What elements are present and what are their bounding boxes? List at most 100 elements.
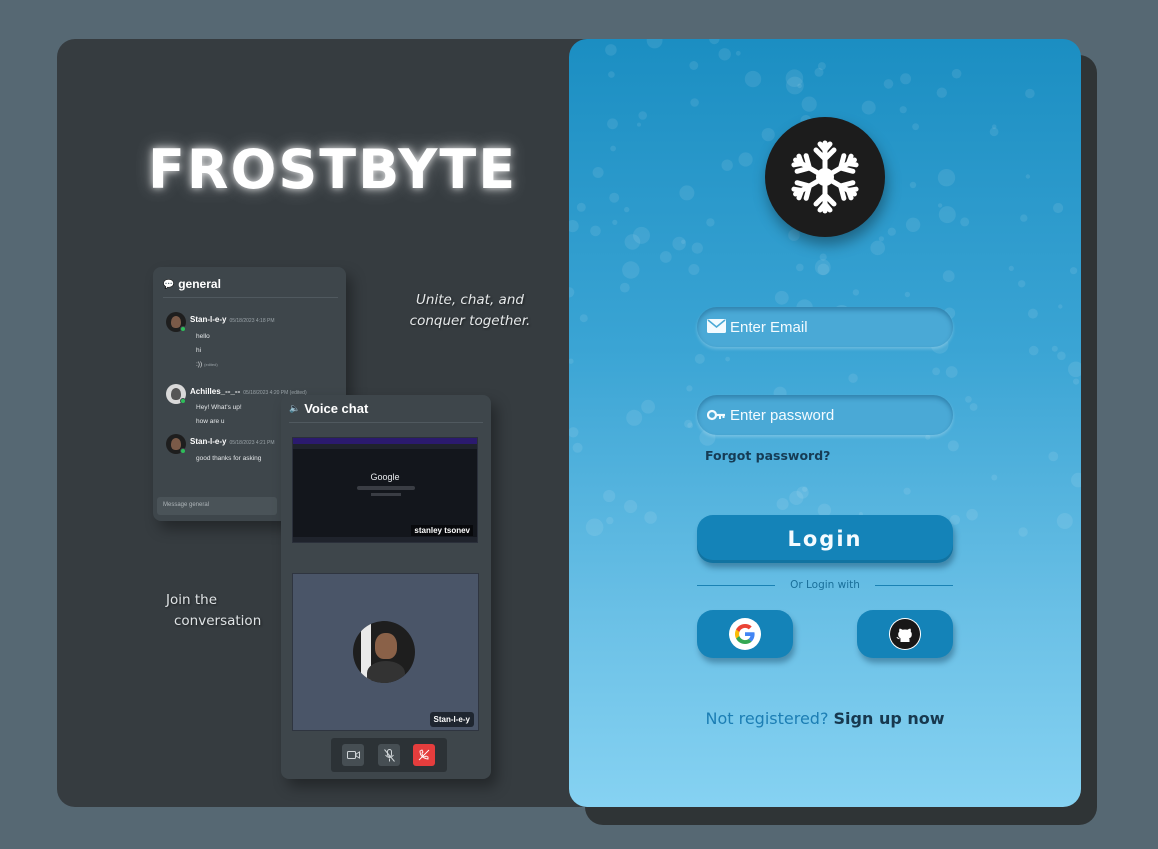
bubble bbox=[1025, 88, 1035, 99]
bubble bbox=[932, 367, 940, 376]
message-time: 05/18/2023 4:21 PM bbox=[229, 440, 275, 446]
bubble bbox=[1018, 280, 1026, 288]
bubble bbox=[774, 290, 789, 305]
bubble bbox=[681, 239, 686, 244]
bubble bbox=[819, 253, 827, 261]
bubble bbox=[991, 474, 998, 481]
bubble bbox=[646, 39, 663, 49]
divider-left bbox=[697, 585, 775, 586]
bubble bbox=[909, 181, 917, 189]
message-text: Hey! What's up! bbox=[196, 404, 242, 411]
bubble bbox=[608, 71, 615, 78]
bubble bbox=[776, 498, 789, 510]
bubble bbox=[1073, 378, 1080, 385]
forgot-password-link[interactable]: Forgot password? bbox=[705, 448, 830, 463]
bubble bbox=[688, 264, 700, 275]
bubble bbox=[870, 240, 885, 256]
bubble bbox=[900, 73, 912, 85]
bubble bbox=[1025, 174, 1031, 179]
bubble bbox=[644, 511, 657, 524]
voice-title: Voice chat bbox=[304, 401, 369, 416]
bubble bbox=[1058, 304, 1063, 309]
bubble bbox=[1056, 513, 1073, 529]
bubble bbox=[637, 122, 641, 127]
join-line-1: Join the bbox=[166, 592, 217, 608]
bubble bbox=[937, 203, 943, 208]
login-card: Forgot password? Login Or Login with Not… bbox=[569, 39, 1081, 807]
bubble bbox=[945, 366, 958, 378]
online-status-icon bbox=[180, 326, 186, 332]
message-text: hi bbox=[196, 347, 202, 354]
bubble bbox=[1071, 472, 1081, 488]
bubble bbox=[569, 287, 575, 298]
bubble bbox=[1028, 345, 1039, 356]
bubble bbox=[951, 68, 962, 79]
signup-question: Not registered? bbox=[705, 709, 829, 728]
bubble bbox=[622, 261, 640, 279]
bubble bbox=[610, 145, 616, 152]
bubble bbox=[938, 206, 956, 224]
snowflake-logo-icon bbox=[765, 117, 885, 237]
mic-off-icon bbox=[378, 744, 400, 766]
divider-right bbox=[875, 585, 953, 586]
online-status-icon bbox=[180, 398, 186, 404]
bubble bbox=[569, 358, 574, 364]
tagline: Unite, chat, and conquer together. bbox=[409, 292, 531, 329]
bubble bbox=[785, 69, 804, 87]
bubble bbox=[691, 242, 703, 254]
bubble bbox=[904, 291, 911, 298]
bubble bbox=[718, 48, 731, 61]
password-field[interactable] bbox=[697, 395, 953, 435]
message-text: how are u bbox=[196, 418, 225, 425]
bubble bbox=[684, 419, 693, 428]
message-text: :)) bbox=[196, 361, 203, 368]
bubble bbox=[569, 427, 579, 438]
message-text: good thanks for asking bbox=[196, 455, 262, 462]
bubble bbox=[679, 185, 695, 201]
bubble bbox=[569, 220, 579, 233]
email-input[interactable] bbox=[730, 318, 930, 336]
bubble bbox=[814, 67, 824, 77]
bubble bbox=[960, 217, 970, 227]
google-login-button[interactable] bbox=[697, 610, 793, 658]
signup-prompt: Not registered? Sign up now bbox=[569, 709, 1081, 728]
bubble bbox=[801, 96, 817, 112]
bubble bbox=[606, 516, 614, 525]
bubble bbox=[861, 100, 876, 115]
password-input[interactable] bbox=[730, 406, 930, 424]
bubble bbox=[1053, 202, 1064, 214]
github-login-button[interactable] bbox=[857, 610, 953, 658]
email-field[interactable] bbox=[697, 307, 953, 347]
bubble bbox=[965, 396, 972, 403]
bubble bbox=[817, 263, 830, 276]
bubble bbox=[738, 152, 753, 167]
bubble bbox=[624, 206, 630, 213]
screen-share-user: stanley tsonev bbox=[411, 525, 473, 536]
bubble bbox=[942, 270, 955, 283]
mail-icon bbox=[707, 318, 726, 337]
bubble bbox=[725, 356, 730, 362]
search-buttons bbox=[371, 493, 401, 496]
message-author: Achilles_--_-- bbox=[190, 387, 241, 396]
bubble bbox=[638, 111, 647, 120]
bubble bbox=[905, 217, 921, 232]
bubble bbox=[1057, 351, 1066, 361]
participant-avatar bbox=[353, 621, 415, 683]
bubble bbox=[936, 87, 947, 98]
message-author: Stan-l-e-y bbox=[190, 315, 227, 324]
bubble bbox=[633, 226, 650, 244]
bubble bbox=[607, 118, 618, 130]
bubble bbox=[744, 70, 762, 88]
bubble bbox=[735, 50, 741, 56]
bubble bbox=[1020, 214, 1028, 222]
message-text: hello bbox=[196, 333, 210, 340]
bubble bbox=[686, 385, 693, 392]
bubble bbox=[576, 202, 586, 212]
login-button[interactable]: Login bbox=[697, 515, 953, 563]
bubble bbox=[605, 44, 617, 56]
channel-name: general bbox=[178, 277, 221, 291]
signup-link[interactable]: Sign up now bbox=[834, 709, 945, 728]
chat-message: Stan-l-e-y 05/18/2023 4:18 PM hello hi :)… bbox=[166, 312, 336, 374]
bubble bbox=[590, 225, 601, 237]
bubble bbox=[937, 169, 956, 187]
